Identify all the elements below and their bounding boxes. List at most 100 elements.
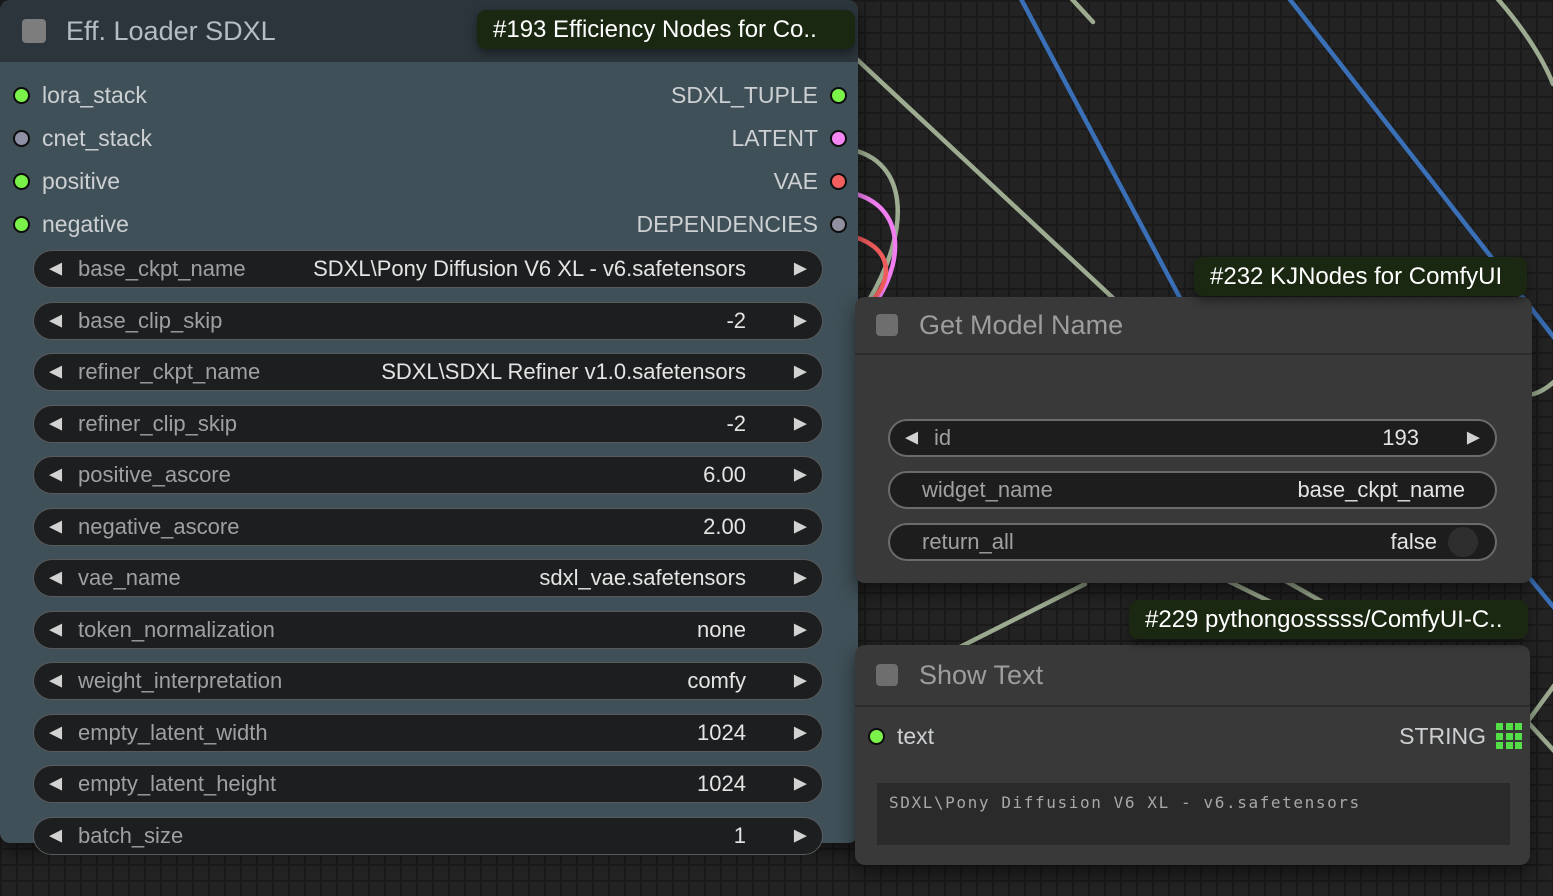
decrement-arrow-icon[interactable]: ◀ (49, 467, 62, 484)
widget-weight_interpretation[interactable]: ◀ weight_interpretation comfy ▶ (33, 662, 823, 700)
widget-label: batch_size (78, 823, 183, 849)
widget-batch_size[interactable]: ◀ batch_size 1 ▶ (33, 817, 823, 855)
input-port-dot[interactable] (13, 87, 30, 104)
output-slot-DEPENDENCIES[interactable]: DEPENDENCIES (637, 211, 847, 237)
output-port-dot[interactable] (830, 130, 847, 147)
decrement-arrow-icon[interactable]: ◀ (49, 621, 62, 638)
decrement-arrow-icon[interactable]: ◀ (49, 570, 62, 587)
input-slot-label: text (897, 723, 934, 750)
widget-value[interactable]: none (697, 617, 746, 643)
increment-arrow-icon[interactable]: ▶ (794, 364, 807, 381)
output-slot-label: SDXL_TUPLE (671, 82, 818, 109)
widget-negative_ascore[interactable]: ◀ negative_ascore 2.00 ▶ (33, 508, 823, 546)
node-eff-loader-sdxl[interactable]: Eff. Loader SDXL lora_stackcnet_stackpos… (0, 0, 858, 843)
widget-value[interactable]: base_ckpt_name (1297, 477, 1465, 503)
widget-label: empty_latent_height (78, 771, 276, 797)
increment-arrow-icon[interactable]: ▶ (794, 570, 807, 587)
widget-label: negative_ascore (78, 514, 239, 540)
input-slot-cnet_stack[interactable]: cnet_stack (13, 125, 152, 151)
increment-arrow-icon[interactable]: ▶ (794, 673, 807, 690)
widget-return_all[interactable]: return_allfalse (888, 523, 1497, 561)
widget-id[interactable]: ◀id193▶ (888, 419, 1497, 457)
node-header[interactable]: Show Text (855, 645, 1530, 707)
widget-value[interactable]: false (1391, 529, 1437, 555)
widget-value[interactable]: 6.00 (703, 462, 746, 488)
widget-value[interactable]: -2 (726, 411, 746, 437)
output-slot-label: LATENT (732, 125, 818, 152)
input-port-dot[interactable] (13, 216, 30, 233)
decrement-arrow-icon[interactable]: ◀ (49, 415, 62, 432)
increment-arrow-icon[interactable]: ▶ (794, 518, 807, 535)
increment-arrow-icon[interactable]: ▶ (794, 415, 807, 432)
node-header[interactable]: Get Model Name (855, 297, 1532, 355)
widget-value[interactable]: sdxl_vae.safetensors (539, 565, 746, 591)
output-slot-LATENT[interactable]: LATENT (732, 125, 847, 151)
increment-arrow-icon[interactable]: ▶ (794, 312, 807, 329)
widget-value[interactable]: 1 (734, 823, 746, 849)
increment-arrow-icon[interactable]: ▶ (794, 724, 807, 741)
input-port-dot[interactable] (13, 173, 30, 190)
widget-label: vae_name (78, 565, 181, 591)
widget-refiner_clip_skip[interactable]: ◀ refiner_clip_skip -2 ▶ (33, 405, 823, 443)
widget-empty_latent_width[interactable]: ◀empty_latent_width1024▶ (33, 714, 823, 752)
input-port-dot[interactable] (13, 130, 30, 147)
widget-value[interactable]: SDXL\Pony Diffusion V6 XL - v6.safetenso… (313, 256, 746, 282)
wire-sage (950, 584, 1085, 652)
widget-label: positive_ascore (78, 462, 231, 488)
decrement-arrow-icon[interactable]: ◀ (49, 518, 62, 535)
input-slot-positive[interactable]: positive (13, 168, 120, 194)
output-port-dot[interactable] (830, 87, 847, 104)
decrement-arrow-icon[interactable]: ◀ (49, 827, 62, 844)
collapse-square-icon[interactable] (876, 314, 898, 336)
node-get-model-name[interactable]: Get Model Name STRING ◀id193▶widget_name… (855, 297, 1532, 583)
input-slot-negative[interactable]: negative (13, 211, 129, 237)
input-slot-lora_stack[interactable]: lora_stack (13, 82, 147, 108)
wire-sage (1496, 0, 1553, 84)
widget-value[interactable]: comfy (687, 668, 746, 694)
decrement-arrow-icon[interactable]: ◀ (905, 430, 918, 447)
increment-arrow-icon[interactable]: ▶ (794, 621, 807, 638)
widget-base_clip_skip[interactable]: ◀base_clip_skip-2▶ (33, 302, 823, 340)
node-title: Get Model Name (919, 310, 1123, 341)
output-slot-SDXL_TUPLE[interactable]: SDXL_TUPLE (671, 82, 847, 108)
widget-label: weight_interpretation (78, 668, 282, 694)
widget-value[interactable]: 193 (1382, 425, 1419, 451)
boolean-toggle[interactable] (1448, 527, 1478, 557)
increment-arrow-icon[interactable]: ▶ (1467, 430, 1480, 447)
node-title: Show Text (919, 660, 1043, 691)
widget-base_ckpt_name[interactable]: ◀base_ckpt_nameSDXL\Pony Diffusion V6 XL… (33, 250, 823, 288)
input-port-dot[interactable] (868, 728, 885, 745)
node-show-text[interactable]: Show Text text STRING SDXL\Pony Diffusio… (855, 645, 1530, 865)
output-port-dot[interactable] (830, 216, 847, 233)
increment-arrow-icon[interactable]: ▶ (794, 776, 807, 793)
decrement-arrow-icon[interactable]: ◀ (49, 364, 62, 381)
decrement-arrow-icon[interactable]: ◀ (49, 673, 62, 690)
decrement-arrow-icon[interactable]: ◀ (49, 724, 62, 741)
collapse-square-icon[interactable] (22, 19, 46, 43)
widget-vae_name[interactable]: ◀ vae_name sdxl_vae.safetensors ▶ (33, 559, 823, 597)
widget-refiner_ckpt_name[interactable]: ◀refiner_ckpt_nameSDXL\SDXL Refiner v1.0… (33, 353, 823, 391)
increment-arrow-icon[interactable]: ▶ (794, 467, 807, 484)
input-slot-text[interactable]: text (868, 723, 934, 749)
output-port-dot[interactable] (830, 173, 847, 190)
widget-value[interactable]: -2 (726, 308, 746, 334)
widget-label: refiner_clip_skip (78, 411, 237, 437)
decrement-arrow-icon[interactable]: ◀ (49, 776, 62, 793)
output-slot-VAE[interactable]: VAE (774, 168, 847, 194)
widget-value[interactable]: 1024 (697, 720, 746, 746)
collapse-square-icon[interactable] (876, 664, 898, 686)
decrement-arrow-icon[interactable]: ◀ (49, 312, 62, 329)
show-text-value[interactable]: SDXL\Pony Diffusion V6 XL - v6.safetenso… (877, 783, 1510, 845)
widget-empty_latent_height[interactable]: ◀ empty_latent_height 1024 ▶ (33, 765, 823, 803)
widget-token_normalization[interactable]: ◀token_normalizationnone▶ (33, 611, 823, 649)
widget-widget_name[interactable]: widget_name base_ckpt_name (888, 471, 1497, 509)
widget-positive_ascore[interactable]: ◀ positive_ascore 6.00 ▶ (33, 456, 823, 494)
widget-label: widget_name (922, 477, 1053, 503)
widget-value[interactable]: SDXL\SDXL Refiner v1.0.safetensors (381, 359, 746, 385)
increment-arrow-icon[interactable]: ▶ (794, 261, 807, 278)
widget-value[interactable]: 1024 (697, 771, 746, 797)
multi-output-grid-icon[interactable] (1496, 723, 1522, 749)
decrement-arrow-icon[interactable]: ◀ (49, 261, 62, 278)
widget-value[interactable]: 2.00 (703, 514, 746, 540)
increment-arrow-icon[interactable]: ▶ (794, 827, 807, 844)
